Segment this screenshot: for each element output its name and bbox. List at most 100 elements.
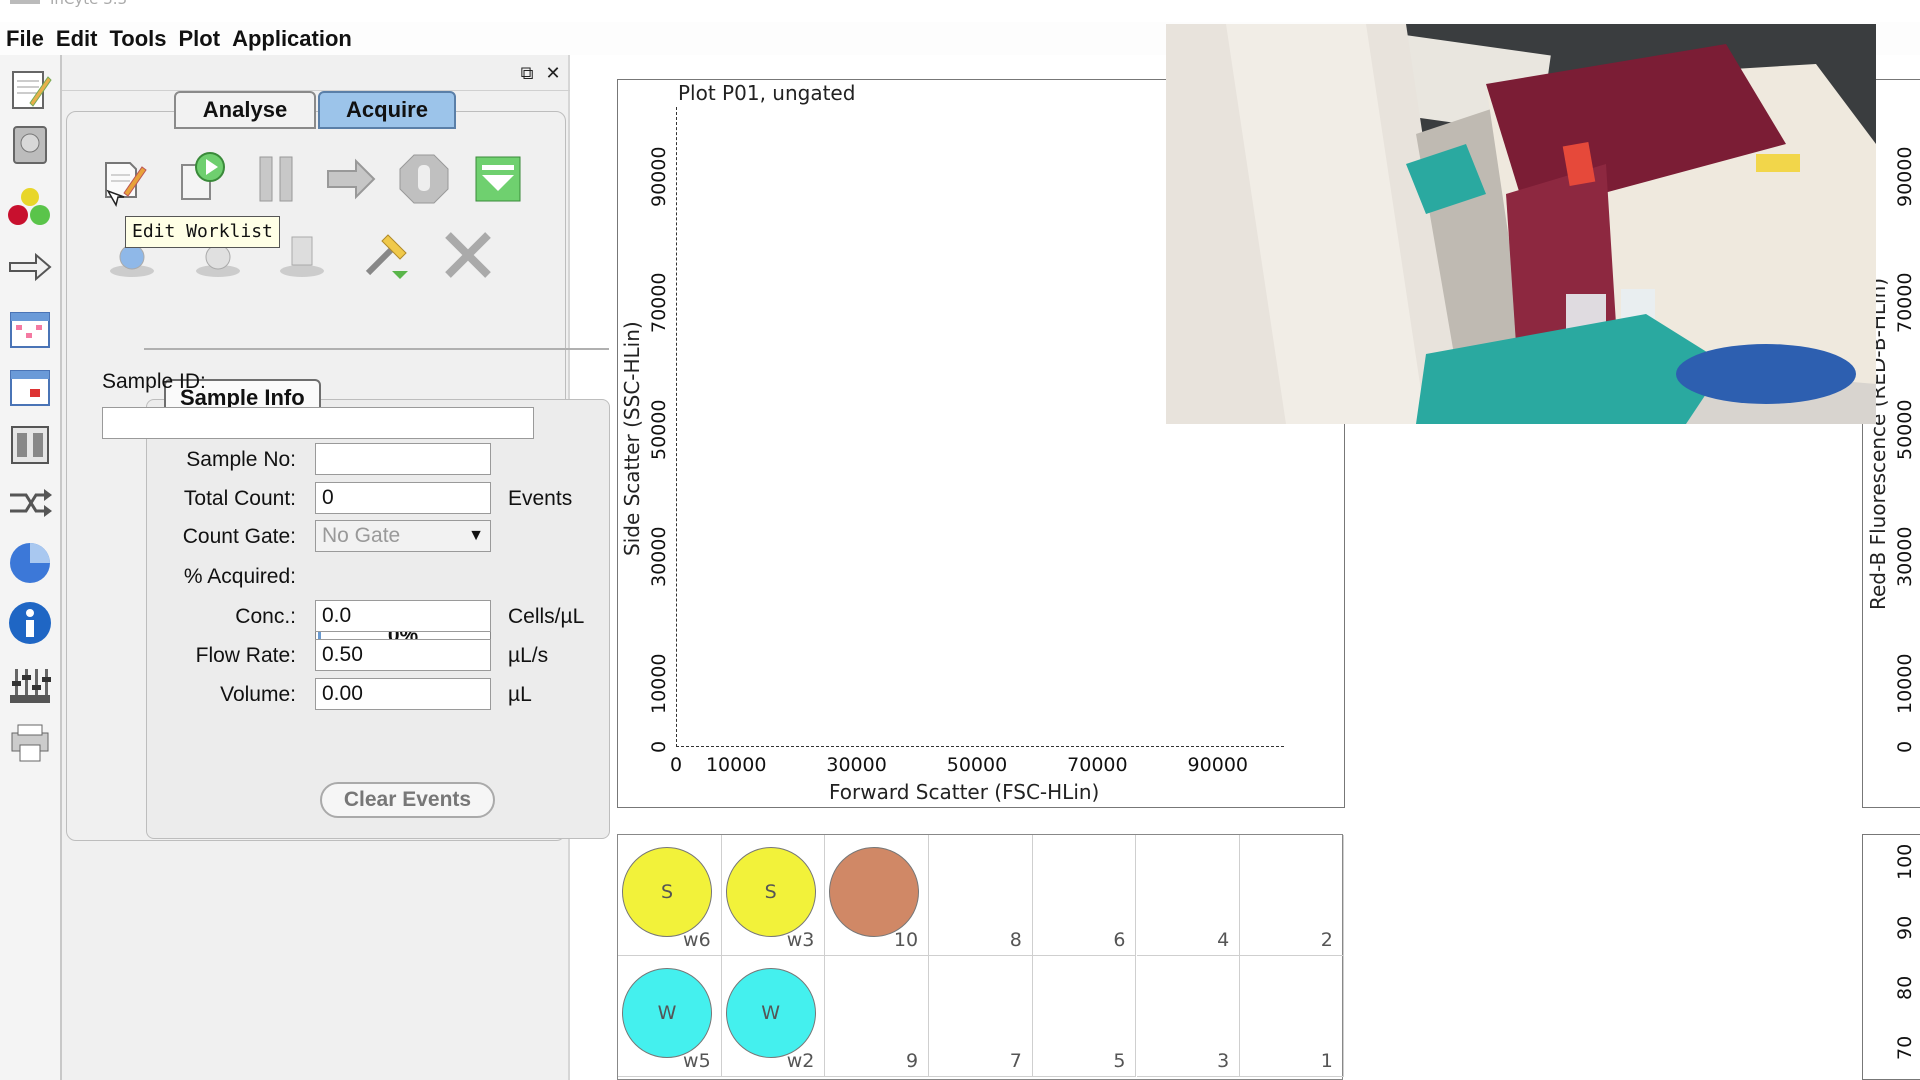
- title-bar: InCyte 3.3: [0, 0, 1920, 22]
- sample-no-label: Sample No:: [186, 448, 296, 471]
- x-tick-label: 50000: [946, 754, 1008, 776]
- skip-icon[interactable]: [322, 151, 378, 207]
- well-cell[interactable]: Ww5: [618, 956, 722, 1077]
- well-cell[interactable]: Ww2: [721, 956, 826, 1077]
- clean-icon[interactable]: [274, 227, 330, 283]
- well-cell[interactable]: 6: [1032, 835, 1137, 956]
- well-sample-circle: S: [725, 847, 816, 937]
- plot3-y-tick-label: 70: [1894, 1035, 1916, 1060]
- flow-rate-label: Flow Rate:: [195, 644, 296, 667]
- settings-wrench-icon[interactable]: [358, 227, 414, 283]
- well-plate: Sw6 Sw3 10 8 6 4 2 Ww5 Ww2 9 7 5 3 1: [617, 834, 1344, 1080]
- total-count-field: 0: [315, 482, 491, 514]
- acquire-panel: ⧉ ✕ Analyse Acquire Sample Info Sample I…: [62, 55, 610, 1080]
- count-gate-select[interactable]: No Gate ▼: [315, 520, 491, 552]
- tab-analyse[interactable]: Analyse: [174, 91, 316, 129]
- notepad-icon[interactable]: [6, 65, 54, 113]
- hard-drive-icon[interactable]: [6, 121, 54, 169]
- sample-id-input[interactable]: [102, 407, 534, 439]
- well-number: 2: [1320, 929, 1333, 951]
- well-sample-circle: S: [622, 847, 712, 937]
- clear-events-button[interactable]: Clear Events: [320, 782, 495, 818]
- well-number: 4: [1217, 929, 1230, 951]
- eject-icon[interactable]: [470, 151, 526, 207]
- well-cell[interactable]: 4: [1136, 835, 1241, 956]
- well-number: w3: [786, 929, 815, 951]
- well-cell[interactable]: Sw3: [721, 835, 826, 956]
- well-cell[interactable]: 9: [825, 956, 930, 1077]
- tab-acquire[interactable]: Acquire: [318, 91, 456, 129]
- arrows-right-icon[interactable]: [6, 243, 54, 291]
- pct-acquired-label: % Acquired:: [183, 565, 296, 588]
- colored-balls-icon[interactable]: [6, 183, 54, 231]
- sample-id-label: Sample ID:: [102, 370, 206, 393]
- well-sample-circle: W: [622, 968, 712, 1058]
- count-gate-label: Count Gate:: [182, 525, 296, 548]
- menu-file[interactable]: File: [0, 26, 50, 52]
- plot3-y-tick-label: 80: [1894, 975, 1916, 1000]
- plot2-y-tick-label: 50000: [1894, 399, 1916, 461]
- well-number: 5: [1113, 1050, 1126, 1072]
- y-tick-label: 90000: [648, 146, 670, 207]
- plot-title: Plot P01, ungated: [678, 81, 856, 105]
- well-cell[interactable]: 10: [825, 835, 930, 956]
- window-title: InCyte 3.3: [50, 0, 127, 8]
- well-cell[interactable]: Sw6: [618, 835, 722, 956]
- x-tick-label: 90000: [1187, 754, 1249, 776]
- well-cell[interactable]: 7: [929, 956, 1033, 1077]
- pie-chart-icon[interactable]: [6, 539, 54, 587]
- restore-icon[interactable]: ⧉: [516, 63, 538, 85]
- shuffle-icon[interactable]: [6, 479, 54, 527]
- calendar-icon[interactable]: [6, 305, 54, 353]
- y-tick-label: 70000: [648, 272, 670, 334]
- x-tick-label: 10000: [705, 754, 767, 776]
- well-cell[interactable]: 5: [1032, 956, 1137, 1077]
- well-cell[interactable]: 2: [1240, 835, 1344, 956]
- stop-icon[interactable]: [396, 151, 452, 207]
- info-icon[interactable]: [6, 599, 54, 647]
- sliders-icon[interactable]: [6, 661, 54, 709]
- x-axis-label: Forward Scatter (FSC-HLin): [829, 780, 1100, 804]
- menu-tools[interactable]: Tools: [103, 26, 172, 52]
- well-cell[interactable]: 1: [1240, 956, 1344, 1077]
- menu-edit[interactable]: Edit: [50, 26, 104, 52]
- menu-plot[interactable]: Plot: [173, 26, 227, 52]
- printer-icon[interactable]: [6, 719, 54, 767]
- well-number: w5: [683, 1050, 711, 1072]
- well-number: 3: [1217, 1050, 1230, 1072]
- plot3-y-tick-label: 100: [1894, 843, 1916, 880]
- total-count-unit: Events: [508, 487, 573, 510]
- well-number: 6: [1113, 929, 1126, 951]
- y-tick-label: 30000: [648, 526, 670, 587]
- volume-unit: µL: [508, 683, 532, 706]
- conc-label: Conc.:: [235, 605, 296, 628]
- well-number: 1: [1320, 1050, 1333, 1072]
- edit-worklist-icon[interactable]: [96, 151, 152, 207]
- well-number: w6: [683, 929, 711, 951]
- plot2-y-tick-label: 90000: [1894, 146, 1916, 207]
- chevron-down-icon: ▼: [468, 527, 484, 544]
- well-cell[interactable]: 8: [929, 835, 1033, 956]
- plot3-y-tick-label: 90: [1894, 915, 1916, 940]
- close-icon[interactable]: ✕: [542, 63, 564, 85]
- flow-rate-field: 0.50: [315, 639, 491, 671]
- well-number: 8: [1009, 929, 1022, 951]
- volume-field: 0.00: [315, 678, 491, 710]
- plot2-y-tick-label: 30000: [1894, 526, 1916, 587]
- menu-application[interactable]: Application: [226, 26, 358, 52]
- x-tick-label: 30000: [826, 754, 887, 776]
- panel-header: ⧉ ✕: [62, 59, 570, 91]
- run-worklist-icon[interactable]: [174, 149, 230, 205]
- pause-icon[interactable]: [248, 151, 304, 207]
- y-tick-label: 10000: [648, 653, 670, 714]
- plot2-y-tick-label: 70000: [1894, 272, 1916, 334]
- well-number: 10: [893, 929, 919, 951]
- schedule-icon[interactable]: [6, 363, 54, 411]
- left-toolbar: [0, 55, 62, 1080]
- separator: [144, 348, 609, 350]
- columns-icon[interactable]: [6, 421, 54, 469]
- x-tick-label: 0: [669, 754, 683, 776]
- well-cell[interactable]: 3: [1136, 956, 1241, 1077]
- cancel-x-icon[interactable]: [440, 227, 496, 283]
- sample-no-input[interactable]: [315, 443, 491, 475]
